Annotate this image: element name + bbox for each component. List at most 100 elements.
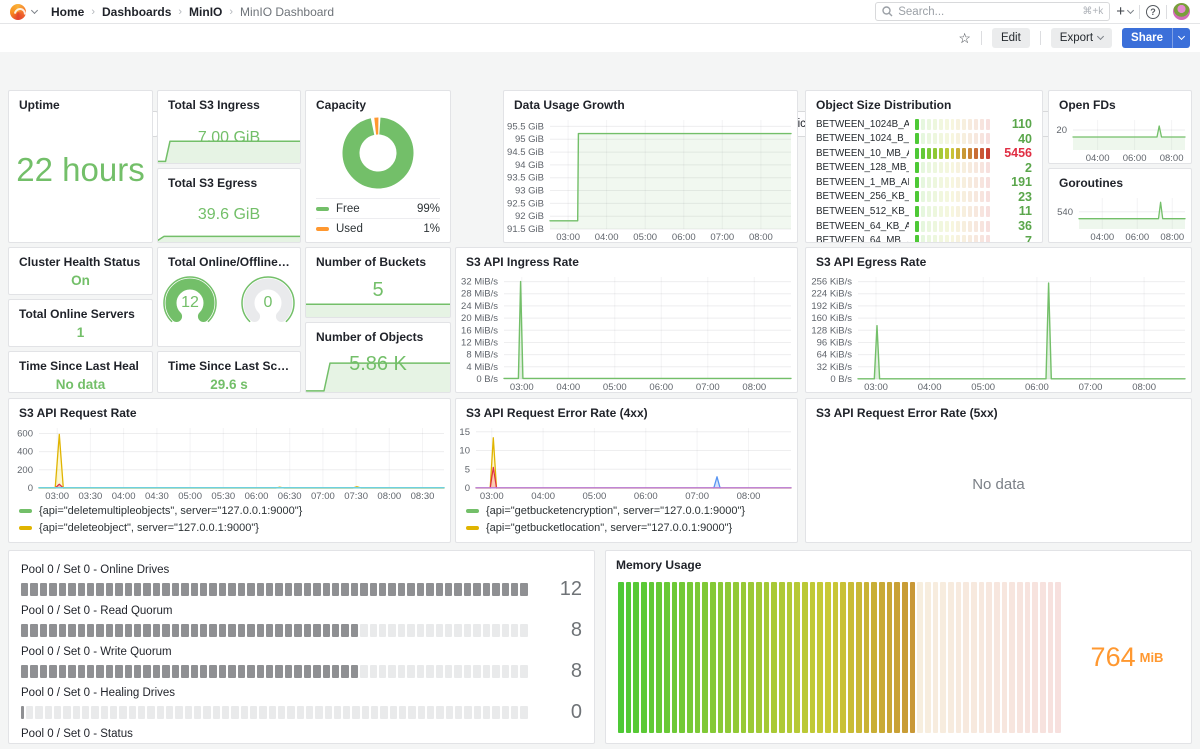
lcd-cell — [379, 583, 386, 596]
panel-title[interactable]: S3 API Request Rate — [9, 399, 450, 422]
share-menu-button[interactable] — [1172, 28, 1190, 48]
lcd-cell — [473, 624, 480, 637]
lcd-cell — [921, 162, 925, 173]
panel-open-fds: Open FDs 2004:0006:0008:00 — [1048, 90, 1192, 164]
avatar[interactable] — [1173, 3, 1190, 20]
lcd-cell — [962, 221, 966, 232]
svg-text:04:00: 04:00 — [595, 232, 619, 242]
lcd-cell — [939, 206, 943, 217]
lcd-cell — [30, 665, 37, 678]
lcd-cell — [956, 235, 960, 242]
lcd-cell — [78, 583, 85, 596]
legend-item[interactable]: {api="deletemultipleobjects", server="12… — [19, 502, 440, 519]
lcd-cell — [672, 582, 678, 733]
panel-title[interactable]: Memory Usage — [606, 551, 1191, 574]
panel-title[interactable]: Time Since Last Scan — [158, 352, 300, 375]
new-menu-button[interactable]: + — [1116, 4, 1133, 19]
lcd-cell — [96, 583, 103, 596]
lcd-cell — [915, 162, 919, 173]
panel-title[interactable]: Total Online Servers — [9, 300, 152, 323]
svg-text:400: 400 — [17, 447, 33, 458]
lcd-cell — [40, 583, 47, 596]
grafana-logo[interactable] — [10, 4, 26, 20]
panel-title[interactable]: Total S3 Egress — [158, 169, 300, 192]
lcd-cell — [110, 706, 117, 719]
panel-title[interactable]: Health Breakdown — [9, 551, 594, 560]
panel-s3-api-egress-rate: S3 API Egress Rate 256 KiB/s224 KiB/s192… — [805, 247, 1192, 393]
lcd-cell — [933, 177, 937, 188]
lcd-cell — [894, 582, 900, 733]
lcd-cell — [352, 706, 359, 719]
lcd-cell — [962, 148, 966, 159]
svg-text:07:00: 07:00 — [685, 491, 709, 501]
panel-title[interactable]: S3 API Egress Rate — [806, 248, 1191, 271]
svg-text:08:00: 08:00 — [377, 491, 401, 501]
panel-title[interactable]: Number of Objects — [306, 323, 450, 346]
lcd-cell — [266, 624, 273, 637]
panel-title[interactable]: Total Online/Offline Dri... — [158, 248, 300, 271]
panel-title[interactable]: S3 API Ingress Rate — [456, 248, 797, 271]
panel-title[interactable]: Number of Buckets — [306, 248, 450, 271]
search-input[interactable] — [898, 6, 1077, 18]
lcd-cell — [502, 665, 509, 678]
svg-text:07:00: 07:00 — [710, 232, 734, 242]
panel-title[interactable]: Capacity — [306, 91, 450, 114]
panel-title[interactable]: Total S3 Ingress — [158, 91, 300, 114]
cluster-health-value: On — [9, 273, 152, 288]
lcd-cell — [925, 582, 931, 733]
legend-item[interactable]: {api="getbucketlocation", server="127.0.… — [466, 519, 787, 536]
lcd-cell — [511, 706, 518, 719]
svg-text:0 B/s: 0 B/s — [476, 374, 498, 385]
panel-title[interactable]: Open FDs — [1049, 91, 1191, 114]
lcd-cell — [974, 191, 978, 202]
svg-text:95 GiB: 95 GiB — [515, 134, 544, 145]
lcd-cell — [945, 119, 949, 130]
panel-title[interactable]: Goroutines — [1049, 169, 1191, 192]
lcd-cell — [927, 148, 931, 159]
lcd-cell — [147, 706, 154, 719]
panel-title[interactable]: Data Usage Growth — [504, 91, 797, 114]
breadcrumb-home[interactable]: Home — [51, 5, 84, 19]
share-button[interactable]: Share — [1122, 28, 1172, 48]
svg-text:06:00: 06:00 — [634, 491, 658, 501]
logo-chevron-down-icon[interactable] — [31, 6, 38, 13]
svg-text:64 KiB/s: 64 KiB/s — [817, 350, 853, 361]
lcd-cell — [228, 583, 235, 596]
lcd-cell — [1017, 582, 1023, 733]
star-icon[interactable]: ☆ — [958, 31, 971, 45]
legend-item-used[interactable]: Used 1% — [316, 218, 440, 238]
drive-gauges: 12 0 — [158, 275, 300, 333]
lcd-cell — [175, 706, 182, 719]
lcd-cell — [940, 582, 946, 733]
panel-title[interactable]: Cluster Health Status — [9, 248, 152, 271]
lcd-cell — [962, 133, 966, 144]
breadcrumb-dashboards[interactable]: Dashboards — [102, 5, 171, 19]
legend-item[interactable]: {api="getbucketencryption", server="127.… — [466, 502, 787, 519]
search-box[interactable]: ⌘+k — [875, 2, 1110, 21]
breadcrumb-minio[interactable]: MinIO — [189, 5, 222, 19]
lcd-cell — [313, 624, 320, 637]
panel-title[interactable]: Uptime — [9, 91, 152, 114]
panel-title[interactable]: Object Size Distribution — [806, 91, 1042, 114]
panel-cluster-health-status: Cluster Health Status On — [8, 247, 153, 295]
lcd-cell — [407, 624, 414, 637]
lcd-cell — [741, 582, 747, 733]
lcd-cell — [1032, 582, 1038, 733]
svg-text:95.5 GiB: 95.5 GiB — [507, 121, 544, 132]
help-icon[interactable]: ? — [1146, 5, 1160, 19]
panel-title[interactable]: S3 API Request Error Rate (5xx) — [806, 399, 1191, 422]
svg-text:600: 600 — [17, 429, 33, 440]
legend-item[interactable]: {api="deleteobject", server="127.0.0.1:9… — [19, 519, 440, 536]
export-button[interactable]: Export — [1051, 28, 1112, 48]
health-row-bar — [21, 583, 528, 596]
lcd-cell — [134, 624, 141, 637]
panel-title[interactable]: S3 API Request Error Rate (4xx) — [456, 399, 797, 422]
lcd-cell — [986, 133, 990, 144]
panel-title[interactable]: Time Since Last Heal — [9, 352, 152, 375]
lcd-cell — [871, 582, 877, 733]
lcd-cell — [82, 706, 89, 719]
lcd-cell — [294, 583, 301, 596]
legend-item-free[interactable]: Free 99% — [316, 198, 440, 218]
edit-button[interactable]: Edit — [992, 28, 1030, 48]
lcd-cell — [125, 624, 132, 637]
